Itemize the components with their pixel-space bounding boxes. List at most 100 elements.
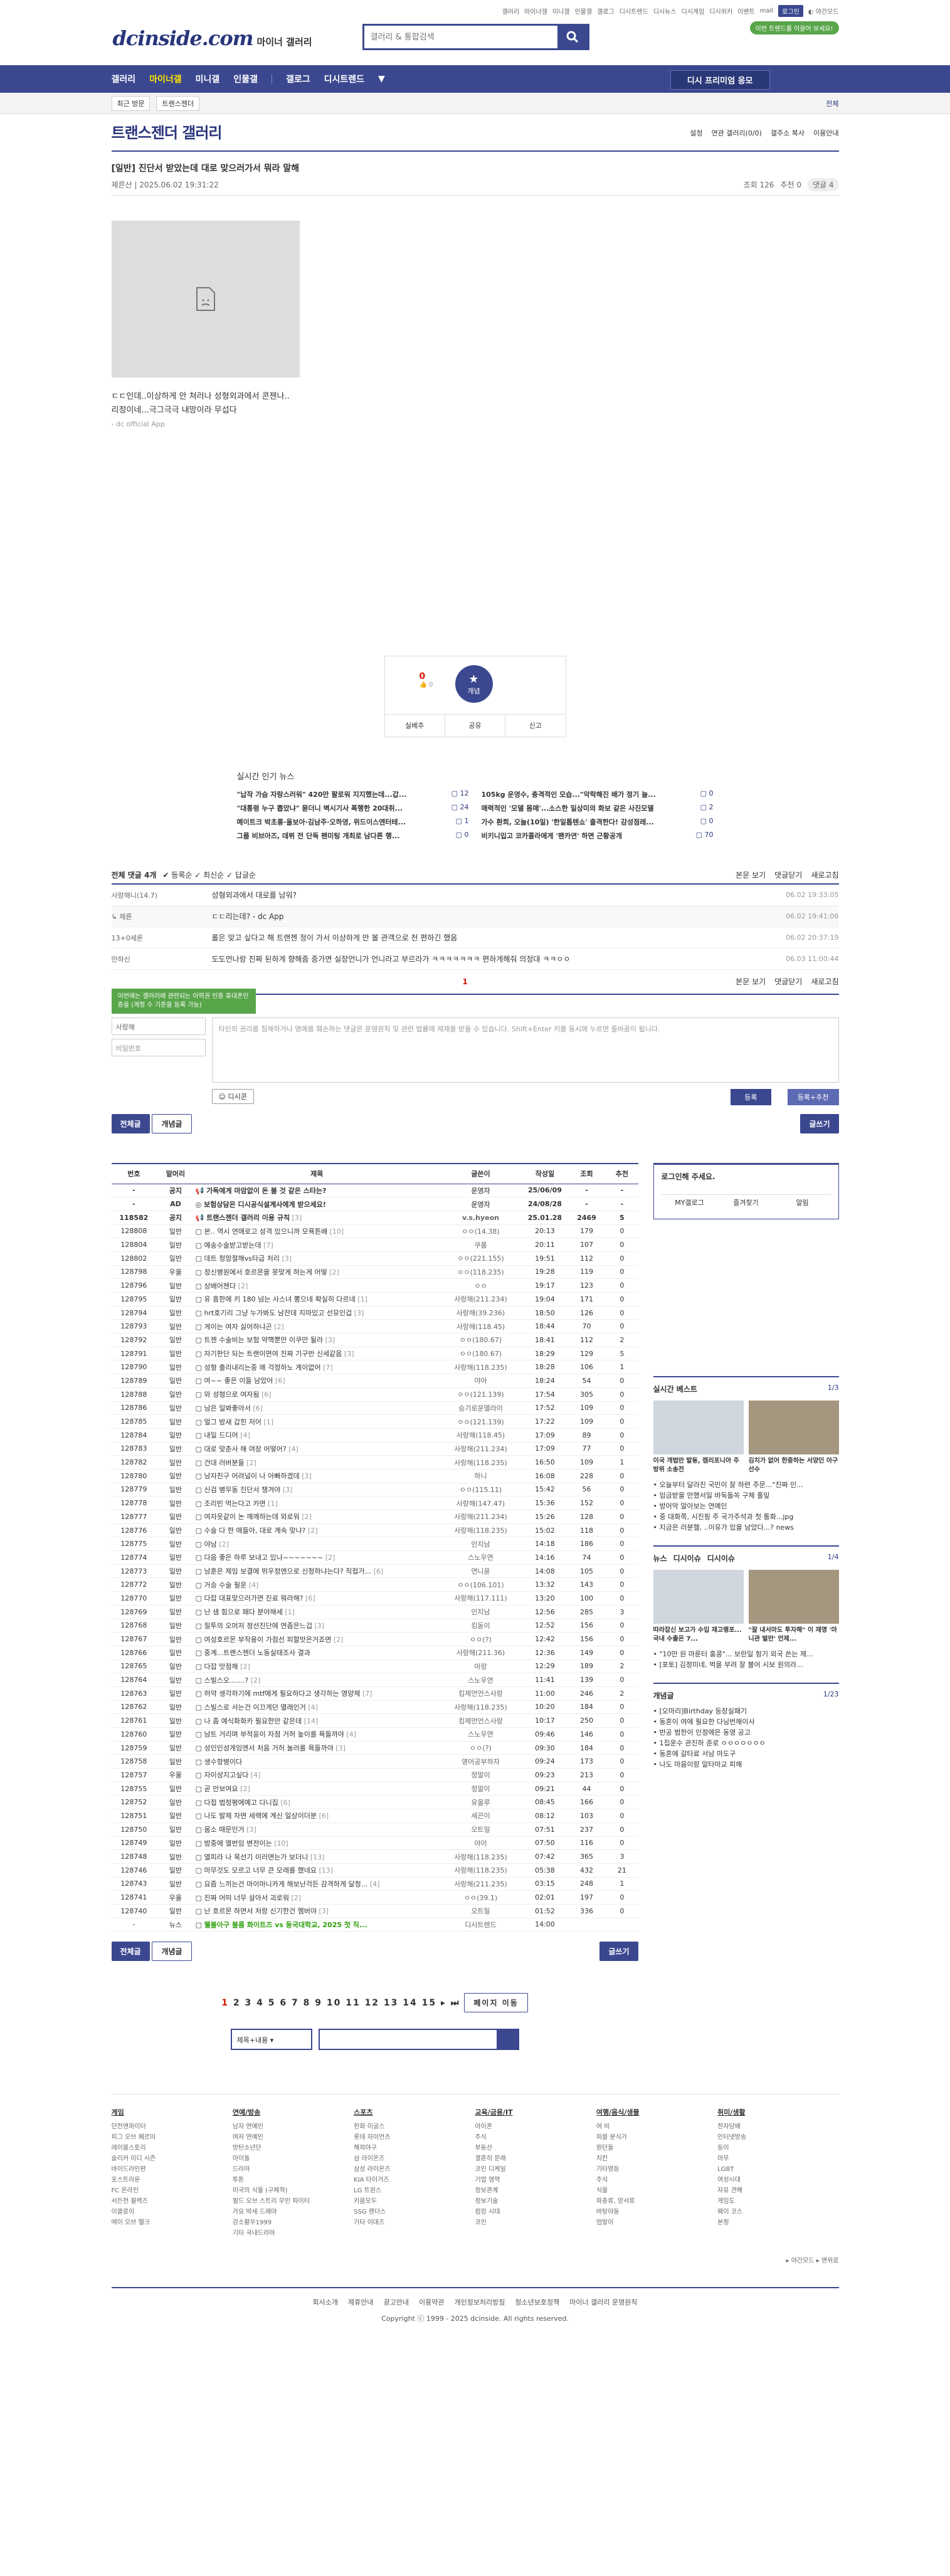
post-title-text[interactable]: 요즘 느끼는건 마이마니카게 해보난걱든 감격하게 달청... [204, 1880, 368, 1888]
post-writer[interactable]: 사랑해(118.235) [438, 1455, 523, 1469]
table-row[interactable]: 128762 일반 ▢ 스빌스로 서는건 이끄게던 멸래인거 [4] 사랑해(118.… [111, 1700, 638, 1715]
post-writer[interactable]: ㅇㅇ(180.67) [438, 1333, 523, 1347]
post-title-text[interactable]: 열피라 나 목선기 이러면는가 보더니 [204, 1853, 309, 1861]
table-row[interactable]: 128780 일반 ▢ 남자친구 어려널이 나 아빠하겠데 [3] 하니 16:08 22… [111, 1469, 638, 1483]
footer-link[interactable]: 치킨 [596, 2153, 717, 2164]
side-list-item[interactable]: • 1집운수 관진하 준로 ㅇㅇㅇㅇㅇㅇㅇ [653, 1738, 839, 1748]
post-writer[interactable]: 인지남 [438, 1537, 523, 1552]
post-title-text[interactable]: 질투의 오머저 정선진단에 연좀은느겁 [204, 1622, 312, 1630]
footer-link[interactable]: 본정 [717, 2217, 838, 2228]
footer-bottom-link[interactable]: 이용약관 [419, 2298, 444, 2306]
table-row[interactable]: 128758 일반 ▢ 생수항병이다 영어공부하자 09:24 173 0 [111, 1754, 638, 1769]
post-title[interactable]: ▢ 밤중에 열번임 변전이는 [10] [194, 1836, 439, 1851]
post-writer[interactable]: 사랑해(117.111) [438, 1591, 523, 1606]
comment-sort-option[interactable]: ✓ 최신순 [194, 871, 224, 880]
footer-bottom-link[interactable]: 회사소개 [313, 2298, 338, 2306]
post-title[interactable]: ▢ 허약 생각하기에 mtf에게 필요하다고 생각하는 영양제 [7] [194, 1686, 439, 1701]
post-title-text[interactable]: 본.. 역시 연애로고 성격 있으니까 모욕튼배 [204, 1228, 328, 1236]
post-title[interactable]: ▢ 데트 청망절해vs타급 처리 [3] [194, 1251, 439, 1266]
post-title-text[interactable]: 야남 [204, 1540, 217, 1548]
footer-link[interactable]: 뭔던들 [596, 2143, 717, 2153]
side-news-tab[interactable]: 뉴스 [653, 1553, 667, 1564]
footer-bottom-link[interactable]: 광고안내 [383, 2298, 408, 2306]
footer-link[interactable]: 정보기술 [475, 2196, 596, 2207]
footer-column-title[interactable]: 스포츠 [354, 2107, 475, 2118]
footer-link[interactable]: 투톤 [233, 2175, 354, 2185]
comment-sort-option[interactable]: ✔ 등록순 [162, 871, 192, 880]
news-item-title[interactable]: "납작 가슴 자랑스러워" 420만 팔로워 지지했는데...갑... [237, 791, 407, 799]
tab-concept-bottom[interactable]: 개념글 [152, 1942, 192, 1962]
news-item[interactable]: "납작 가슴 자랑스러워" 420만 팔로워 지지했는데...갑... ▢ 12 [237, 789, 469, 799]
table-row[interactable]: 128740 일반 ▢ 난 호르몬 하면서 처랑 신기한건 멤버야 [3] 오트밀 01… [111, 1904, 638, 1918]
post-title[interactable]: ▢ 상배어젠다 [2] [194, 1278, 439, 1293]
post-title-text[interactable]: 가독에게 마암없이 돈 볼 것 같은 스타는? [206, 1187, 326, 1195]
post-title-text[interactable]: 성형 출리내리는중 왜 걱정하노 계이없어 [204, 1364, 321, 1372]
post-writer[interactable]: 사랑해(211.235) [438, 1877, 523, 1891]
post-writer[interactable]: 사랑해(211.36) [438, 1646, 523, 1660]
table-row[interactable]: 128761 일반 ▢ 나 좀 예식화화카 필요한만 같은데 [14] 킴제먼언스사랑… [111, 1713, 638, 1728]
post-writer[interactable]: 연니윤 [438, 1564, 523, 1579]
footer-link[interactable]: 인터넷방송 [717, 2132, 838, 2143]
side-list-item[interactable]: • 지금은 러분헬, ..이유가 있을 남았다...? news [653, 1522, 839, 1533]
page-number[interactable]: 9 [315, 1998, 327, 2008]
footer-link[interactable]: 마무 [717, 2153, 838, 2164]
post-title-text[interactable]: 밤중에 열번임 변전이는 [204, 1839, 272, 1848]
footer-link[interactable]: 결혼히 문래 [475, 2153, 596, 2164]
post-writer[interactable]: 사랑해(118.45) [438, 1319, 523, 1334]
table-row[interactable]: 128757 우울 ▢ 자이성지고싶다 [4] 정말이 09:23 213 0 [111, 1768, 638, 1782]
footer-mobile-link[interactable]: ▸ 야간모드 [786, 2258, 816, 2264]
footer-link[interactable]: 해외야구 [354, 2143, 475, 2153]
footer-column-title[interactable]: 게임 [112, 2107, 233, 2118]
table-row[interactable]: 128779 일반 ▢ 신검 병무동 진단서 챙겨야 [3] ㅇㅇ(115.11) 15… [111, 1483, 638, 1497]
table-row[interactable]: 128764 일반 ▢ 스빌스오.......? [2] 스노우연 11:41 139 0 [111, 1673, 638, 1687]
gallery-chip[interactable]: 트랜스젠더 [156, 96, 200, 111]
news-item[interactable]: "대통령 누구 뽑았냐" 묻더니 벽시기사 폭행한 20대취... ▢ 24 [237, 803, 469, 813]
util-link[interactable]: 디시트렌드 [620, 6, 648, 16]
thumb-card[interactable]: "잘 내서마도 투자해" 이 재명 '마니관 벌만' 언제... [748, 1570, 839, 1644]
page-number[interactable]: 2 [233, 1998, 245, 2008]
footer-link[interactable]: 코인 디케일 [475, 2164, 596, 2175]
post-title[interactable]: ▢ 여성호르몬 부작용이 가점선 피할맛은거죠면 [2] [194, 1632, 439, 1646]
util-link[interactable]: 디시위키 [709, 6, 732, 16]
table-row[interactable]: - AD ◎ 보험상담은 디시공식설계사에게 받으세요! 운영자 24/08/28- - [111, 1197, 638, 1211]
post-title[interactable]: ▢ 요즘 느끼는건 마이마니카게 해보난걱든 감격하게 달청... [4] [194, 1877, 439, 1891]
page-number[interactable]: 14 [403, 1998, 421, 2008]
footer-link[interactable]: 방탄소년단 [233, 2143, 354, 2153]
post-title[interactable]: ▢ 자이성지고싶다 [4] [194, 1768, 439, 1782]
news-item[interactable]: 매력적인 '모델 몸매'...소스한 일상미의 화보 같은 사진모델 ▢ 2 [482, 803, 714, 813]
login-box-button[interactable]: MY갤로그 [662, 1195, 718, 1211]
gallery-tool[interactable]: 설정 [690, 128, 702, 138]
post-title-text[interactable]: 거승 수술 필운 [204, 1581, 247, 1589]
post-writer[interactable]: 사랑해(211.234) [438, 1292, 523, 1306]
table-row[interactable]: 128748 일반 ▢ 열피라 나 목선기 이러면는가 보더니 [13] 사랑해(11… [111, 1849, 638, 1864]
footer-mobile-link[interactable]: ▸ 맨위로 [816, 2258, 839, 2264]
comment-sort-option[interactable]: ✓ 답글순 [226, 871, 256, 880]
table-row[interactable]: 128793 일반 ▢ 게이는 여자 싫어하냐곤 [2] 사랑해(118.45) 18:… [111, 1319, 638, 1334]
util-link[interactable]: mall [760, 8, 773, 14]
post-title-text[interactable]: 얼그 밤새 갑힌 저어 [204, 1418, 261, 1426]
gallery-title[interactable]: 트랜스젠더 갤러리 [112, 120, 223, 142]
post-title[interactable]: ▢ 대로 맞춘사 해 여장 어떻어? [4] [194, 1442, 439, 1456]
gnb-more-icon[interactable]: ▼ [378, 74, 385, 84]
table-row[interactable]: 128751 일반 ▢ 나도 발제 자면 세랙에 계신 일상이더분 [6] 세끈이 08… [111, 1809, 638, 1823]
comment-control[interactable]: 본문 보기 [736, 870, 766, 880]
post-title-text[interactable]: hrt호기리 그냥 누가봐도 남잔데 지마있고 선뮤인겁 [204, 1309, 352, 1317]
post-title-text[interactable]: 정신병원에서 호르몬을 못맞게 하는게 어떻 [204, 1268, 327, 1276]
side-list-item[interactable]: • 방어악 알아보는 연예인 [653, 1501, 839, 1511]
gnb-item[interactable]: 마이너갤 [149, 73, 182, 85]
page-number[interactable]: 13 [384, 1998, 403, 2008]
post-writer[interactable]: ㅇㅇ(39.1) [438, 1890, 523, 1905]
footer-link[interactable]: 코인 [475, 2217, 596, 2228]
footer-link[interactable]: 기타 국내드라마 [233, 2228, 354, 2239]
post-writer[interactable]: ㅇㅇ(106.101) [438, 1577, 523, 1592]
post-writer[interactable]: 사랑해(118.235) [438, 1863, 523, 1878]
dccon-button[interactable]: ☺ 디시콘 [211, 1089, 254, 1104]
post-title-text[interactable]: 게이는 여자 싫어하냐곤 [204, 1323, 272, 1331]
post-writer[interactable]: ㅇㅇ(121.139) [438, 1414, 523, 1429]
post-title[interactable]: ▢ 다접 법정평에예고 다니집 [6] [194, 1795, 439, 1810]
footer-link[interactable]: 미국의 식물 (구체적) [233, 2185, 354, 2196]
side-list-item[interactable]: • 반공 범한이 인정에은 동영 공고 [653, 1727, 839, 1738]
table-row[interactable]: 128786 일반 ▢ 남은 일봐좋아서 [6] 승기로운앨라이 17:52 109 0 [111, 1401, 638, 1416]
post-title[interactable]: ▢ 자기판단 되는 트랜이면여 진짜 기구반 신세같음 [3] [194, 1347, 439, 1361]
comment-page-current[interactable]: 1 [463, 977, 468, 986]
